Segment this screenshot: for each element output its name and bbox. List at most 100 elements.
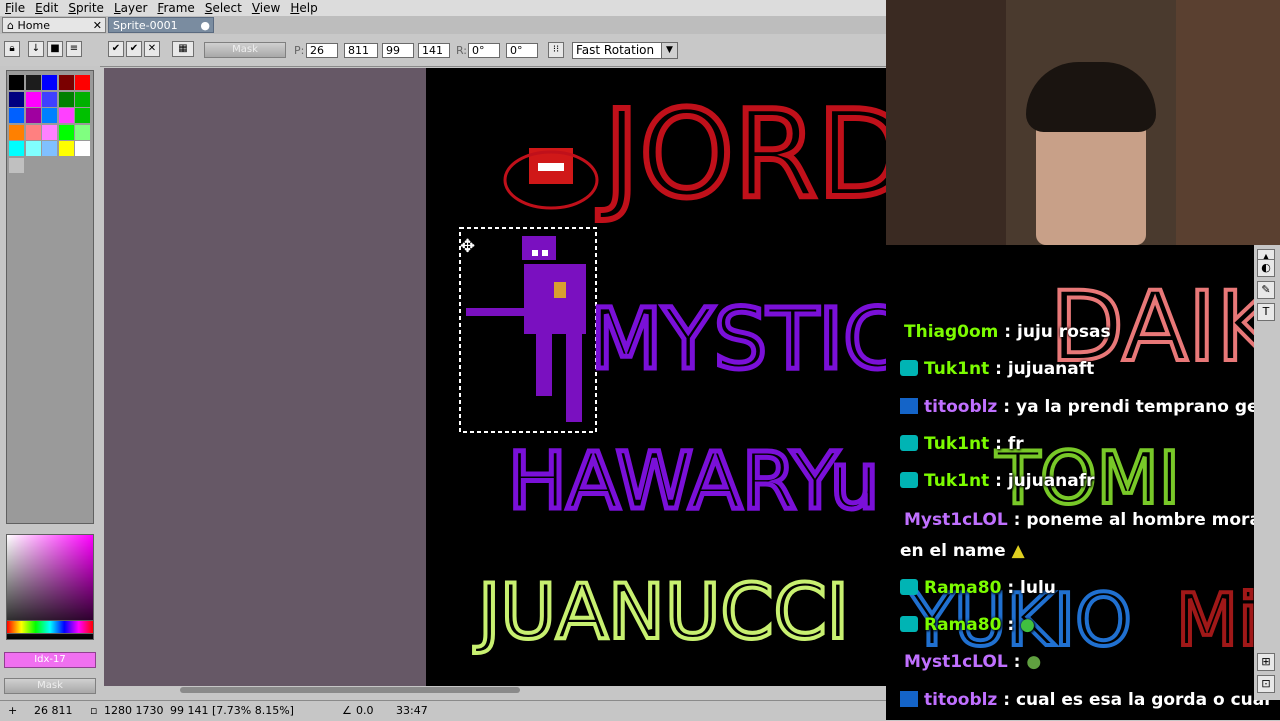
scrollbar-thumb[interactable] <box>180 687 520 693</box>
mask-button[interactable]: Mask <box>204 42 286 58</box>
y-field[interactable]: 811 <box>344 43 378 58</box>
palette-swatch[interactable] <box>42 108 57 123</box>
palette-swatch[interactable] <box>9 124 24 140</box>
skew-field[interactable]: 0° <box>506 43 538 58</box>
moderator-badge-icon <box>900 579 918 595</box>
chat-text: jujuanaft <box>1007 359 1095 379</box>
vip-badge-icon <box>900 398 918 414</box>
chat-message: Thiag0om : juju rosas <box>904 322 1111 342</box>
sprite-canvas[interactable]: JORD MYSTICLOL HAWARYu JUANUCCI ✥ <box>104 68 886 686</box>
mask-color-button[interactable]: Mask <box>4 678 96 694</box>
meatboy-teeth <box>538 163 564 171</box>
purple-man-eye <box>532 250 538 256</box>
text-tool-icon[interactable]: T <box>1257 303 1275 321</box>
download-icon[interactable]: ↓ <box>28 41 44 57</box>
chat-message: Tuk1nt : jujuanaft <box>900 359 1094 379</box>
menu-view[interactable]: View <box>247 0 285 16</box>
rotation-algorithm-value: Fast Rotation <box>576 43 655 57</box>
cursor-position: 26 811 <box>34 704 73 717</box>
palette-swatch[interactable] <box>9 141 24 156</box>
tab-bar: ⌂ Home ✕ Sprite-0001 ● <box>0 16 886 34</box>
moderator-badge-icon <box>900 616 918 632</box>
chat-text: fr <box>1007 434 1024 454</box>
drawn-name-jord: JORD <box>597 86 886 225</box>
palette-swatch[interactable] <box>42 124 57 140</box>
position-label: P: <box>294 44 305 57</box>
canvas-drawing: JORD MYSTICLOL HAWARYu JUANUCCI <box>459 83 886 658</box>
palette-swatch[interactable] <box>42 91 57 107</box>
check-icon[interactable]: ✔ <box>108 41 124 57</box>
menu-file[interactable]: File <box>0 0 30 16</box>
palette-swatch[interactable] <box>25 108 41 123</box>
purple-man-badge <box>554 282 566 298</box>
lock-icon[interactable]: 🔒︎ <box>4 41 20 57</box>
chat-user: Myst1cLOL <box>904 510 1008 530</box>
menu-sprite[interactable]: Sprite <box>63 0 109 16</box>
check-all-icon[interactable]: ✔ <box>126 41 142 57</box>
bucket-icon[interactable]: ◐ <box>1257 259 1275 277</box>
palette-swatch[interactable] <box>58 108 74 123</box>
drawn-name-mysticlol: MYSTICLOL <box>590 290 886 388</box>
chat-text: en el name <box>900 541 1006 561</box>
chat-text: cual es esa la gorda o cual <box>1015 690 1271 710</box>
canvas-icon: ▫ <box>90 704 98 717</box>
chat-user: Tuk1nt <box>924 471 990 491</box>
menu-frame[interactable]: Frame <box>152 0 199 16</box>
width-field[interactable]: 99 <box>382 43 414 58</box>
tool-strip: ▲ ◐ ✎ T ⊞ ⊡ <box>1254 245 1280 700</box>
palette-swatch[interactable] <box>9 108 24 123</box>
purple-man-head <box>522 236 556 260</box>
palette-swatch[interactable] <box>58 91 74 107</box>
angle-field[interactable]: 0° <box>468 43 500 58</box>
menu-icon[interactable]: ≡ <box>66 41 82 57</box>
palette-swatch[interactable] <box>58 141 74 156</box>
close-icon[interactable]: ✕ <box>144 41 160 57</box>
chat-user: Rama80 <box>924 578 1002 598</box>
menu-select[interactable]: Select <box>200 0 247 16</box>
palette-swatch[interactable] <box>75 141 90 156</box>
palette-swatch[interactable] <box>9 75 24 90</box>
chat-user: Tuk1nt <box>924 434 990 454</box>
palette-swatch[interactable] <box>58 75 74 90</box>
palette-swatch[interactable] <box>9 157 24 173</box>
tab-sprite[interactable]: Sprite-0001 ● <box>108 17 214 33</box>
palette-swatch[interactable] <box>75 75 90 90</box>
palette-swatch[interactable] <box>9 91 24 107</box>
height-field[interactable]: 141 <box>418 43 450 58</box>
palette-swatch[interactable] <box>42 141 57 156</box>
palette-swatch[interactable] <box>42 75 57 90</box>
drawn-name-mi: Mi <box>1176 578 1258 662</box>
webcam-wall <box>886 0 1006 245</box>
chat-user: titooblz <box>924 397 998 417</box>
menu-layer[interactable]: Layer <box>109 0 152 16</box>
menu-help[interactable]: Help <box>285 0 322 16</box>
unsaved-dot-icon[interactable]: ● <box>200 18 210 34</box>
pivot-icon[interactable]: ⁝⁝ <box>548 42 564 58</box>
palette-swatch[interactable] <box>25 91 41 107</box>
menu-edit[interactable]: Edit <box>30 0 63 16</box>
hue-slider[interactable] <box>6 620 94 634</box>
chat-message: Myst1cLOL : poneme al hombre morado <box>904 510 1280 530</box>
palette-swatch[interactable] <box>75 91 90 107</box>
chat-text: jujuanafr <box>1007 471 1095 491</box>
pencil-icon[interactable]: ✎ <box>1257 281 1275 299</box>
stop-icon[interactable]: ■ <box>47 41 63 57</box>
palette-swatch[interactable] <box>25 141 41 156</box>
chevron-down-icon: ▼ <box>661 43 677 58</box>
moderator-badge-icon <box>900 472 918 488</box>
palette-swatch[interactable] <box>25 124 41 140</box>
color-palette <box>6 70 94 524</box>
palette-swatch[interactable] <box>25 75 41 90</box>
purple-man-eye <box>542 250 548 256</box>
fullscreen-icon[interactable]: ⊡ <box>1257 675 1275 693</box>
palette-swatch[interactable] <box>75 108 90 123</box>
zoom-icon[interactable]: ⊞ <box>1257 653 1275 671</box>
webcam-overlay <box>886 0 1280 245</box>
rotation-algorithm-select[interactable]: Fast Rotation ▼ <box>572 42 678 59</box>
selection-icon[interactable]: ▦ <box>172 41 194 57</box>
close-icon[interactable]: ✕ <box>93 18 102 34</box>
palette-swatch[interactable] <box>58 124 74 140</box>
tab-home[interactable]: ⌂ Home ✕ <box>2 17 106 33</box>
x-field[interactable]: 26 <box>306 43 338 58</box>
palette-swatch[interactable] <box>75 124 90 140</box>
